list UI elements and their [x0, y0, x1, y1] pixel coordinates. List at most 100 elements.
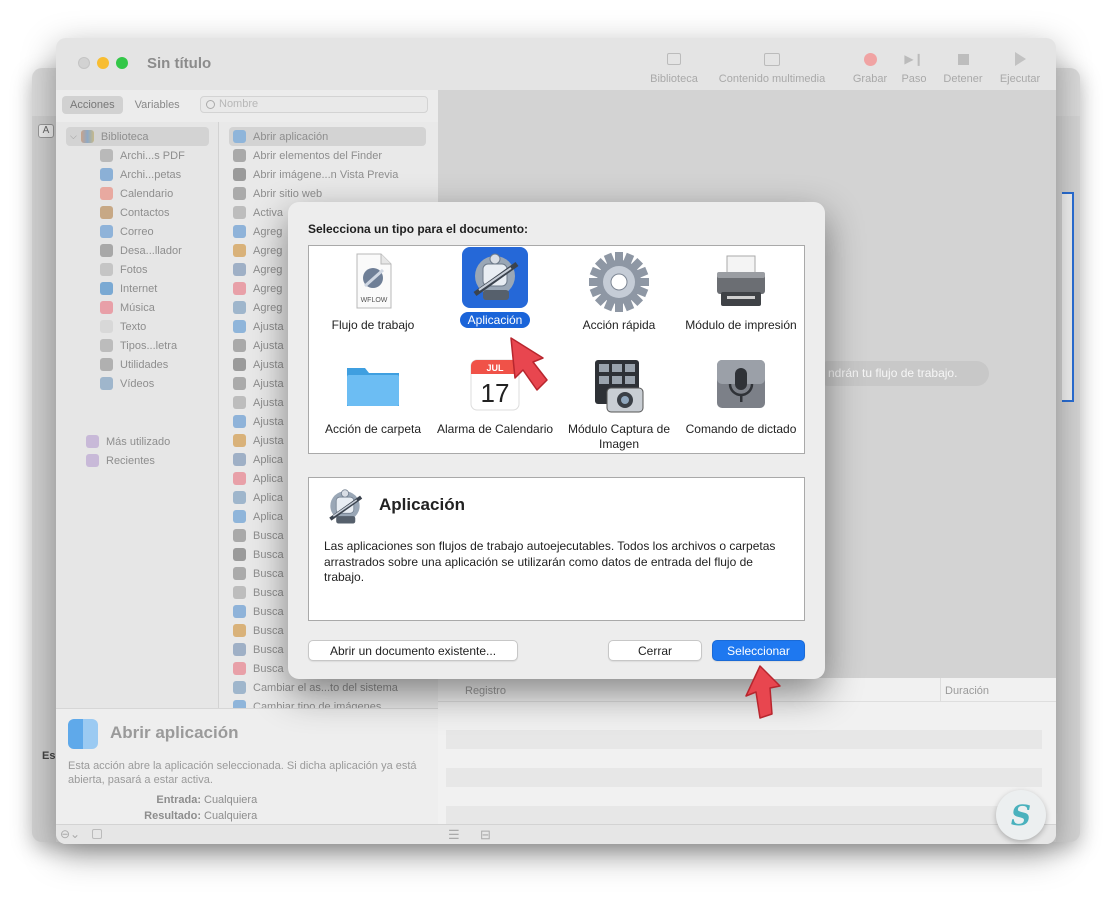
log-row [446, 730, 1042, 749]
minimize-window-button[interactable] [97, 57, 109, 69]
library-item-recent[interactable]: Recientes [86, 451, 155, 470]
library-item[interactable]: Utilidades [100, 355, 168, 374]
background-window-tab[interactable]: A [38, 124, 54, 138]
action-item[interactable]: Aplica [233, 469, 283, 488]
tab-variables[interactable]: Variables [127, 96, 188, 114]
library-item[interactable]: Internet [100, 279, 157, 298]
action-item[interactable]: Activa [233, 203, 283, 222]
library-item[interactable]: Archi...s PDF [100, 146, 185, 165]
type-application[interactable]: Aplicación [433, 247, 557, 328]
log-column-header[interactable]: Registro [465, 685, 506, 697]
action-item-label: Busca [253, 643, 284, 656]
info-toggle-icon[interactable] [92, 829, 102, 839]
close-button[interactable]: Cerrar [608, 640, 702, 661]
input-label: Entrada: [156, 794, 201, 806]
open-existing-document-button[interactable]: Abrir un documento existente... [308, 640, 518, 661]
action-item-label: Busca [253, 624, 284, 637]
action-item[interactable]: Busca [233, 564, 284, 583]
type-quick-action[interactable]: Acción rápida [557, 250, 681, 333]
action-item[interactable]: Abrir imágene...n Vista Previa [233, 165, 398, 184]
toolbar-record-button[interactable]: Grabar [848, 48, 892, 85]
action-item[interactable]: Busca [233, 659, 284, 678]
toolbar-run-button[interactable]: Ejecutar [994, 48, 1046, 85]
action-item[interactable]: Busca [233, 526, 284, 545]
action-item-icon [233, 586, 246, 599]
action-item[interactable]: Abrir sitio web [233, 184, 322, 203]
action-item[interactable]: Busca [233, 602, 284, 621]
library-item[interactable]: Fotos [100, 260, 148, 279]
library-item[interactable]: Música [100, 298, 155, 317]
library-item-icon [100, 301, 113, 314]
action-item[interactable]: Busca [233, 545, 284, 564]
action-item[interactable]: Ajusta [233, 431, 284, 450]
type-folder-action[interactable]: Acción de carpeta [311, 354, 435, 437]
action-item-icon [233, 700, 246, 708]
svg-text:WFLOW: WFLOW [361, 297, 388, 304]
action-item-icon [233, 225, 246, 238]
library-item[interactable]: Texto [100, 317, 146, 336]
info-title: Aplicación [379, 495, 465, 514]
search-field[interactable]: Nombre [200, 96, 428, 113]
library-item-icon [100, 187, 113, 200]
toolbar-media-button[interactable]: Contenido multimedia [712, 48, 832, 85]
library-item-most-used[interactable]: Más utilizado [86, 432, 170, 451]
toolbar-library-button[interactable]: Biblioteca [646, 48, 702, 85]
library-item[interactable]: Desa...llador [100, 241, 182, 260]
list-view-icon[interactable]: ☰ [448, 827, 460, 843]
toolbar-stop-button[interactable]: Detener [938, 48, 988, 85]
background-window-label: Es [42, 750, 56, 762]
action-item[interactable]: Ajusta [233, 374, 284, 393]
library-item[interactable]: Correo [100, 222, 154, 241]
action-menu-icon[interactable]: ⊖⌄ [60, 827, 80, 841]
type-workflow[interactable]: WFLOW Flujo de trabajo [311, 250, 435, 333]
action-item[interactable]: Agreg [233, 260, 282, 279]
action-item[interactable]: Cambiar el as...to del sistema [233, 678, 398, 697]
action-item-label: Cambiar tipo de imágenes [253, 700, 382, 709]
action-item[interactable]: Ajusta [233, 317, 284, 336]
finder-icon [68, 719, 98, 749]
action-item-icon [233, 339, 246, 352]
library-root[interactable]: ⌵ Biblioteca [70, 127, 149, 146]
type-image-capture[interactable]: Módulo Captura de Imagen [557, 354, 681, 452]
action-item[interactable]: Agreg [233, 222, 282, 241]
tab-actions[interactable]: Acciones [62, 96, 123, 114]
action-item[interactable]: Agreg [233, 279, 282, 298]
disclosure-triangle-icon[interactable]: ⌵ [70, 131, 77, 142]
action-item[interactable]: Aplica [233, 450, 283, 469]
action-item[interactable]: Busca [233, 640, 284, 659]
action-item[interactable]: Abrir aplicación [233, 127, 328, 146]
duration-column-header[interactable]: Duración [945, 685, 989, 697]
library-item[interactable]: Tipos...letra [100, 336, 177, 355]
action-item[interactable]: Aplica [233, 507, 283, 526]
zoom-window-button[interactable] [116, 57, 128, 69]
type-dictation-command[interactable]: Comando de dictado [679, 354, 803, 437]
toolbar-step-button[interactable]: ▶❙ Paso [896, 48, 932, 85]
close-window-button[interactable] [78, 57, 90, 69]
action-item[interactable]: Abrir elementos del Finder [233, 146, 382, 165]
select-button[interactable]: Seleccionar [712, 640, 805, 661]
column-view-icon[interactable]: ⊟ [480, 827, 491, 843]
library-item[interactable]: Archi...petas [100, 165, 181, 184]
action-item[interactable]: Cambiar tipo de imágenes [233, 697, 381, 708]
action-item[interactable]: Ajusta [233, 412, 284, 431]
watermark-logo: S [996, 790, 1046, 840]
action-item-label: Busca [253, 567, 284, 580]
action-item[interactable]: Ajusta [233, 393, 284, 412]
window-title: Sin título [147, 55, 212, 72]
action-item-label: Agreg [253, 225, 283, 238]
action-item[interactable]: Busca [233, 621, 284, 640]
action-item[interactable]: Aplica [233, 488, 283, 507]
workflow-document-icon: WFLOW [341, 250, 405, 314]
action-item-icon [233, 320, 246, 333]
action-item[interactable]: Busca [233, 583, 284, 602]
library-item[interactable]: Vídeos [100, 374, 154, 393]
library-item[interactable]: Contactos [100, 203, 170, 222]
library-item-label: Archi...s PDF [120, 149, 185, 162]
library-list: ⌵ Biblioteca Archi...s PDF Archi...petas C… [56, 122, 219, 708]
action-item[interactable]: Ajusta [233, 355, 284, 374]
action-item[interactable]: Ajusta [233, 336, 284, 355]
action-item[interactable]: Agreg [233, 298, 282, 317]
library-item[interactable]: Calendario [100, 184, 173, 203]
action-item[interactable]: Agreg [233, 241, 282, 260]
type-print-plugin[interactable]: Módulo de impresión [679, 250, 803, 333]
